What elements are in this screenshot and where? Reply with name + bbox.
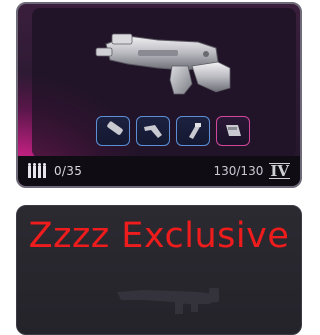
grip-icon [189,123,201,139]
exclusive-label: Zzzz Exclusive [28,216,290,256]
weapon-card[interactable]: 0/35 130/130 IV [16,2,302,188]
attachment-slot-4[interactable] [216,116,250,146]
attachment-slots [96,116,250,146]
ammo-icon [28,163,46,178]
attachment-slot-3[interactable] [176,116,210,146]
attachment-slot-2[interactable] [136,116,170,146]
muzzle-icon [107,121,123,135]
weapon-stats-bar: 0/35 130/130 IV [18,156,300,186]
locked-weapon-card[interactable]: Zzzz Exclusive [16,205,302,335]
attachment-slot-1[interactable] [96,116,130,146]
tier-badge: IV [269,162,290,180]
stock-icon [144,125,162,138]
ammo-count: 0/35 [54,164,83,178]
weapon-image [95,33,231,95]
magazine-icon [226,125,241,136]
weapon-silhouette-icon [117,288,219,314]
durability-value: 130/130 [213,164,264,178]
